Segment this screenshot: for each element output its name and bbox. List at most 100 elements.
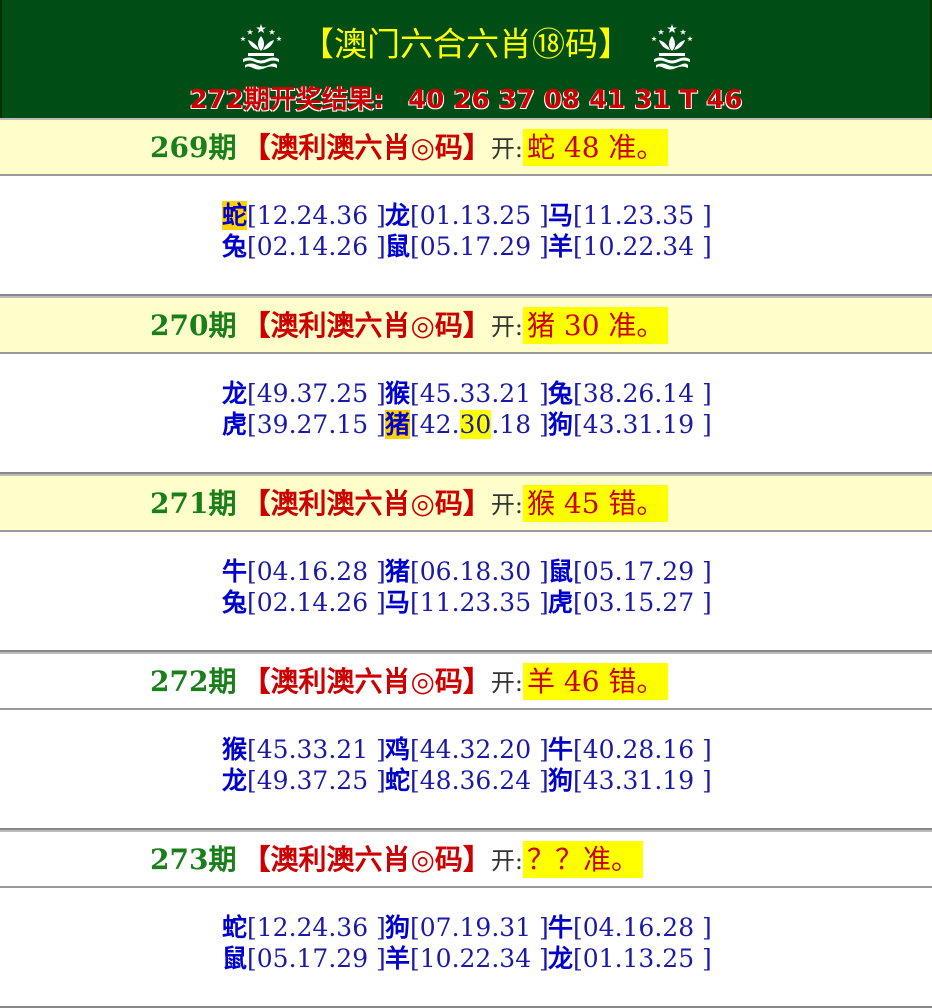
result-label: 272期开奖结果: [189, 85, 385, 115]
period-line: 269期 【澳利澳六肖◎码】开: 蛇 48 准。 [150, 128, 669, 169]
zodiac-numbers: [40.28.16 ] [573, 735, 712, 764]
period-number: 271期 [150, 487, 237, 520]
zodiac-sign: 蛇 [222, 913, 248, 942]
macau-emblem-icon [650, 24, 693, 70]
zodiac-entry: 狗[07.19.31 ] [385, 912, 549, 943]
prediction-title: 【澳利澳六肖◎码】 [242, 665, 491, 698]
open-label: 开: [490, 847, 523, 875]
zodiac-entry: 虎[03.15.27 ] [548, 587, 712, 618]
period-block: 270期 【澳利澳六肖◎码】开: 猪 30 准。 龙[49.37.25 ] 猴[45.3… [0, 296, 932, 474]
draw-answer: 猴 45 错。 [522, 485, 669, 522]
period-number: 269期 [150, 131, 237, 164]
draw-answer: 羊 46 错。 [522, 663, 669, 700]
title-highlight: 六肖⑱码 [466, 24, 598, 64]
period-line: 272期 【澳利澳六肖◎码】开: 羊 46 错。 [150, 662, 669, 703]
prediction-list: 269期 【澳利澳六肖◎码】开: 蛇 48 准。 蛇[12.24.36 ] 龙[01.1… [0, 118, 932, 1008]
zodiac-sign: 鼠 [548, 557, 574, 586]
period-line: 271期 【澳利澳六肖◎码】开: 猴 45 错。 [150, 484, 669, 525]
zodiac-sign: 龙 [548, 944, 574, 973]
zodiac-sign: 猪 [385, 557, 411, 586]
zodiac-numbers: [04.16.28 ] [573, 913, 712, 942]
period-header: 273期 【澳利澳六肖◎码】开: ？？准。 [0, 830, 932, 888]
title-bracket-left: 【澳门六合 [301, 24, 466, 64]
zodiac-sign: 鼠 [222, 944, 248, 973]
zodiac-numbers: [10.22.34 ] [410, 944, 549, 973]
zodiac-grid: 蛇[12.24.36 ] 龙[01.13.25 ] 马[11.23.35 ] 兔[02… [0, 176, 932, 294]
zodiac-numbers: [11.23.35 ] [573, 201, 712, 230]
zodiac-sign: 蛇 [222, 201, 248, 230]
zodiac-numbers: [11.23.35 ] [410, 588, 549, 617]
period-header: 269期 【澳利澳六肖◎码】开: 蛇 48 准。 [0, 118, 932, 176]
zodiac-sign: 牛 [548, 735, 574, 764]
zodiac-entry: 兔[02.14.26 ] [222, 231, 386, 262]
period-block: 272期 【澳利澳六肖◎码】开: 羊 46 错。 猴[45.33.21 ] 鸡[44.3… [0, 652, 932, 830]
draw-answer: 猪 30 准。 [522, 307, 669, 344]
zodiac-grid: 蛇[12.24.36 ] 狗[07.19.31 ] 牛[04.16.28 ] 鼠[05… [0, 888, 932, 1006]
zodiac-numbers: [44.32.20 ] [410, 735, 549, 764]
zodiac-entry: 羊[10.22.34 ] [385, 943, 549, 974]
period-number: 273期 [150, 843, 237, 876]
zodiac-entry: 龙[49.37.25 ] [222, 765, 386, 796]
zodiac-sign: 鼠 [385, 232, 411, 261]
prediction-title: 【澳利澳六肖◎码】 [242, 131, 491, 164]
zodiac-sign: 狗 [548, 410, 574, 439]
zodiac-numbers: [12.24.36 ] [247, 201, 386, 230]
zodiac-numbers: [05.17.29 ] [410, 232, 549, 261]
zodiac-numbers: [03.15.27 ] [573, 588, 712, 617]
period-header: 270期 【澳利澳六肖◎码】开: 猪 30 准。 [0, 296, 932, 354]
zodiac-entry: 猴[45.33.21 ] [222, 734, 386, 765]
page-title: 【澳门六合六肖⑱码】 [2, 22, 930, 70]
zodiac-entry: 牛[04.16.28 ] [222, 556, 386, 587]
period-line: 273期 【澳利澳六肖◎码】开: ？？准。 [150, 840, 643, 881]
zodiac-sign: 龙 [222, 766, 248, 795]
zodiac-sign: 龙 [385, 201, 411, 230]
zodiac-sign: 蛇 [385, 766, 411, 795]
open-label: 开: [490, 313, 523, 341]
zodiac-entry: 蛇[12.24.36 ] [222, 912, 386, 943]
zodiac-numbers: [06.18.30 ] [410, 557, 549, 586]
zodiac-entry: 牛[40.28.16 ] [548, 734, 712, 765]
period-block: 271期 【澳利澳六肖◎码】开: 猴 45 错。牛[04.16.28 ] 猪[06.1… [0, 474, 932, 652]
zodiac-sign: 虎 [222, 410, 248, 439]
zodiac-numbers: [42. [410, 410, 460, 439]
title-bracket-right: 】 [598, 24, 631, 64]
zodiac-numbers: [04.16.28 ] [247, 557, 386, 586]
zodiac-entry: 牛[04.16.28 ] [548, 912, 712, 943]
zodiac-numbers: [05.17.29 ] [573, 557, 712, 586]
zodiac-sign: 猴 [222, 735, 248, 764]
zodiac-entry: 猴[45.33.21 ] [385, 378, 549, 409]
zodiac-numbers: [48.36.24 ] [410, 766, 549, 795]
zodiac-numbers: [12.24.36 ] [247, 913, 386, 942]
zodiac-entry: 狗[43.31.19 ] [548, 765, 712, 796]
zodiac-entry: 猪[06.18.30 ] [385, 556, 549, 587]
open-label: 开: [490, 135, 523, 163]
result-numbers: 40 26 37 08 41 31 T 46 [408, 85, 743, 115]
zodiac-grid: 牛[04.16.28 ] 猪[06.18.30 ] 鼠[05.17.29 ] 兔[02… [0, 532, 932, 650]
period-header: 272期 【澳利澳六肖◎码】开: 羊 46 错。 [0, 652, 932, 710]
zodiac-entry: 马[11.23.35 ] [385, 587, 549, 618]
zodiac-grid: 猴[45.33.21 ] 鸡[44.32.20 ] 牛[40.28.16 ] 龙[49… [0, 710, 932, 828]
zodiac-numbers: .18 ] [491, 410, 549, 439]
zodiac-entry: 兔[02.14.26 ] [222, 587, 386, 618]
draw-result: 272期开奖结果: 40 26 37 08 41 31 T 46 [2, 82, 930, 118]
zodiac-sign: 马 [548, 201, 574, 230]
open-label: 开: [490, 669, 523, 697]
zodiac-numbers: [45.33.21 ] [410, 379, 549, 408]
zodiac-numbers: [38.26.14 ] [573, 379, 712, 408]
draw-answer: ？？准。 [522, 841, 643, 878]
macau-emblem-icon [239, 24, 282, 70]
zodiac-sign: 牛 [548, 913, 574, 942]
open-label: 开: [490, 491, 523, 519]
zodiac-entry: 龙[01.13.25 ] [548, 943, 712, 974]
zodiac-numbers: [02.14.26 ] [247, 588, 386, 617]
zodiac-numbers: [02.14.26 ] [247, 232, 386, 261]
zodiac-entry: 狗[43.31.19 ] [548, 409, 712, 440]
period-number: 272期 [150, 665, 237, 698]
period-block: 273期 【澳利澳六肖◎码】开: ？？准。蛇[12.24.36 ] 狗[07.19.3… [0, 830, 932, 1008]
zodiac-numbers: [01.13.25 ] [573, 944, 712, 973]
zodiac-sign: 羊 [548, 232, 574, 261]
zodiac-numbers: [49.37.25 ] [247, 379, 386, 408]
zodiac-sign: 狗 [548, 766, 574, 795]
zodiac-entry: 鼠[05.17.29 ] [222, 943, 386, 974]
zodiac-entry: 鼠[05.17.29 ] [385, 231, 549, 262]
